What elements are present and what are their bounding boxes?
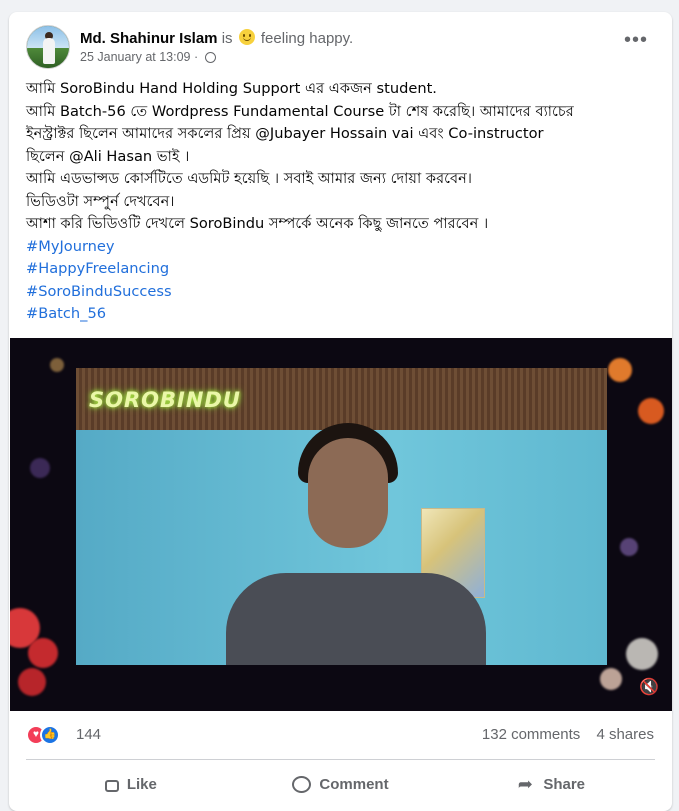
meta-dot: · <box>193 50 199 64</box>
engagement-stats: 132 comments 4 shares <box>482 726 654 743</box>
author-name[interactable]: Md. Shahinur Islam <box>80 30 218 47</box>
mute-icon[interactable]: 🔇 <box>638 677 660 697</box>
post-line: আমি এডভান্সড কোর্সটিতে এডমিট হয়েছি । সব… <box>26 170 473 187</box>
more-options-icon[interactable]: ••• <box>622 30 650 58</box>
hashtag-link[interactable]: #Batch_56 <box>26 303 666 326</box>
comment-icon <box>292 775 312 793</box>
hashtag-link[interactable]: #MyJourney <box>26 236 666 259</box>
like-icon <box>104 780 119 792</box>
divider <box>26 759 655 760</box>
video-player[interactable]: SOROBINDU 🔇 <box>10 338 672 711</box>
post-meta: 25 January at 13:09 · <box>80 50 216 64</box>
shares-count[interactable]: 4 shares <box>596 726 654 743</box>
avatar[interactable] <box>26 25 70 69</box>
smile-emoji-icon <box>238 29 255 45</box>
post-line: ইনস্ট্রাক্টর ছিলেন আমাদের সকলের প্রিয় @… <box>26 125 544 142</box>
post-text: আমি SoroBindu Hand Holding Support এর এক… <box>26 78 666 326</box>
timestamp[interactable]: 25 January at 13:09 <box>80 50 191 64</box>
comment-label: Comment <box>319 775 389 793</box>
share-icon: ➦ <box>517 774 533 794</box>
sorobindu-logo: SOROBINDU <box>89 388 241 412</box>
post-line: ভিডিওটা সম্পুর্ন দেখবেন। <box>26 192 175 210</box>
comment-button[interactable]: Comment <box>236 764 446 804</box>
share-label: Share <box>543 775 586 793</box>
reaction-count[interactable]: 144 <box>76 726 101 743</box>
is-text: is <box>221 30 233 47</box>
post-card: Md. Shahinur Islam is feeling happy. 25 … <box>9 12 672 811</box>
action-bar: Like Comment ➦ Share <box>26 764 655 804</box>
hashtag-link[interactable]: #SoroBinduSuccess <box>26 281 666 304</box>
video-frame: SOROBINDU <box>76 368 607 665</box>
post-line: আশা করি ভিডিওটি দেখলে SoroBindu সম্পর্কে… <box>26 215 489 232</box>
hashtag-link[interactable]: #HappyFreelancing <box>26 258 666 281</box>
post-line: ছিলেন @Ali Hasan ভাই । <box>26 147 190 165</box>
like-button[interactable]: Like <box>26 764 236 804</box>
post-header: Md. Shahinur Islam is feeling happy. 25 … <box>9 12 672 76</box>
author-line: Md. Shahinur Islam is feeling happy. <box>80 27 353 47</box>
comments-count[interactable]: 132 comments <box>482 726 580 743</box>
globe-icon[interactable] <box>204 52 216 63</box>
like-reaction-icon: 👍 <box>40 725 60 745</box>
feeling-text: feeling happy. <box>260 30 354 47</box>
share-button[interactable]: ➦ Share <box>445 764 655 804</box>
post-line: আমি SoroBindu Hand Holding Support এর এক… <box>26 80 437 97</box>
like-label: Like <box>126 775 157 793</box>
post-line: আমি Batch-56 তে Wordpress Fundamental Co… <box>26 102 574 120</box>
